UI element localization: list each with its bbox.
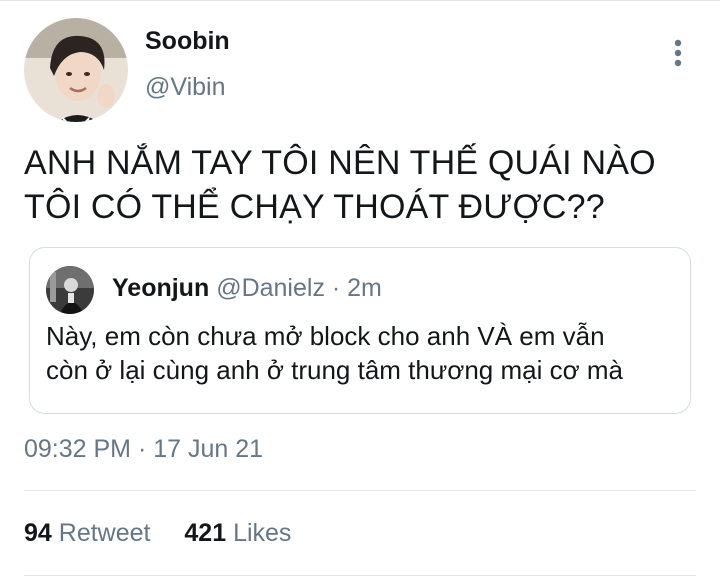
retweets-stat[interactable]: 94 Retweet [24, 519, 150, 548]
tweet-text-line: TÔI CÓ THỂ CHẠY THOÁT ĐƯỢC?? [24, 188, 605, 226]
more-options-button[interactable] [664, 37, 692, 71]
quoted-author-name[interactable]: Yeonjun [112, 274, 209, 302]
tweet-stats: 94 Retweet 421 Likes [24, 519, 291, 548]
divider [24, 575, 696, 576]
tweet-detail: Soobin @Vibin ANH NẮM TAY TÔI NÊN THẾ QU… [0, 0, 720, 583]
likes-count: 421 [184, 519, 227, 547]
quoted-text-line: Này, em còn chưa mở block cho anh VÀ em … [46, 321, 605, 351]
more-vertical-icon [674, 39, 682, 67]
likes-label: Likes [233, 519, 292, 547]
tweet-text: ANH NẮM TAY TÔI NÊN THẾ QUÁI NÀO TÔI CÓ … [24, 141, 694, 229]
author-handle[interactable]: @Vibin [145, 73, 226, 102]
retweet-count: 94 [24, 519, 52, 547]
quoted-author-avatar[interactable] [46, 266, 94, 314]
quoted-author-avatar-image [46, 266, 94, 314]
divider [24, 490, 696, 491]
likes-stat[interactable]: 421 Likes [184, 519, 291, 548]
quoted-tweet-text: Này, em còn chưa mở block cho anh VÀ em … [46, 319, 676, 387]
quoted-tweet-header: Yeonjun @Danielz · 2m [112, 274, 382, 303]
author-display-name[interactable]: Soobin [145, 27, 230, 56]
tweet-timestamp[interactable]: 09:32 PM · 17 Jun 21 [24, 435, 263, 464]
author-avatar[interactable] [24, 18, 128, 122]
author-avatar-image [24, 18, 128, 122]
quoted-author-handle-time: @Danielz · 2m [216, 274, 382, 302]
quoted-tweet-card[interactable]: Yeonjun @Danielz · 2m Này, em còn chưa m… [29, 247, 691, 414]
tweet-text-line: ANH NẮM TAY TÔI NÊN THẾ QUÁI NÀO [24, 144, 656, 182]
retweet-label: Retweet [58, 519, 151, 547]
quoted-text-line: còn ở lại cùng anh ở trung tâm thương mạ… [46, 355, 623, 385]
